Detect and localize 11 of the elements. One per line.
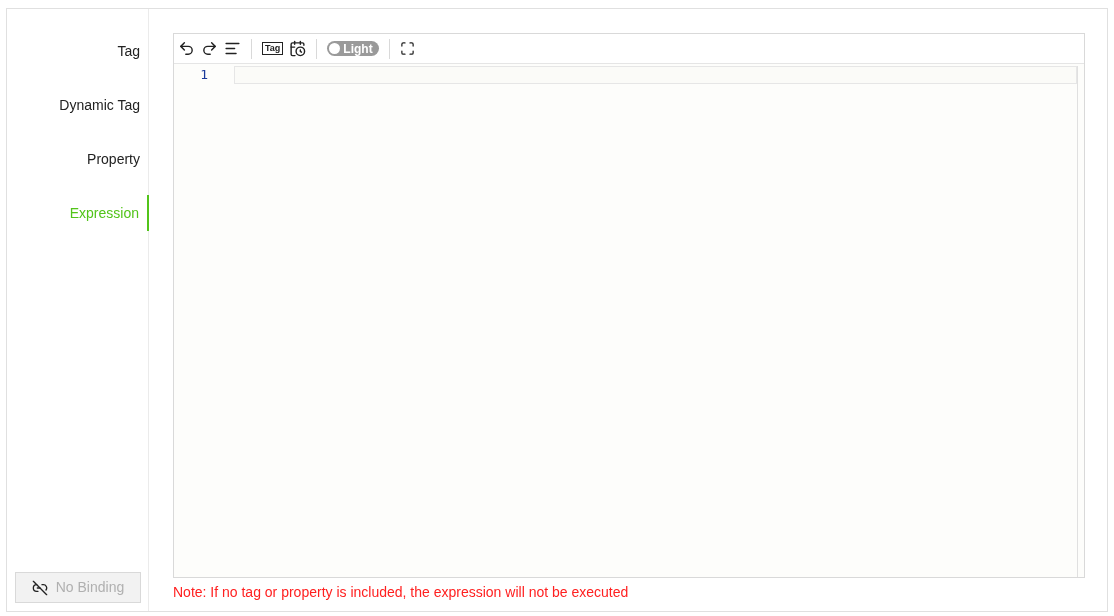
sidebar-tab[interactable]: Dynamic Tag [7, 87, 148, 123]
tag-insert-icon[interactable]: Tag [262, 42, 284, 55]
format-icon[interactable] [224, 40, 241, 57]
redo-icon[interactable] [201, 40, 218, 57]
sidebar-tab[interactable]: Property [7, 141, 148, 177]
line-number: 1 [200, 66, 208, 84]
fullscreen-icon[interactable] [400, 41, 416, 56]
sidebar-tab[interactable]: Tag [7, 33, 148, 69]
warning-note: Note: If no tag or property is included, the expression will not be executed [173, 583, 630, 602]
broken-link-icon [31, 579, 48, 596]
undo-icon[interactable] [178, 40, 195, 57]
